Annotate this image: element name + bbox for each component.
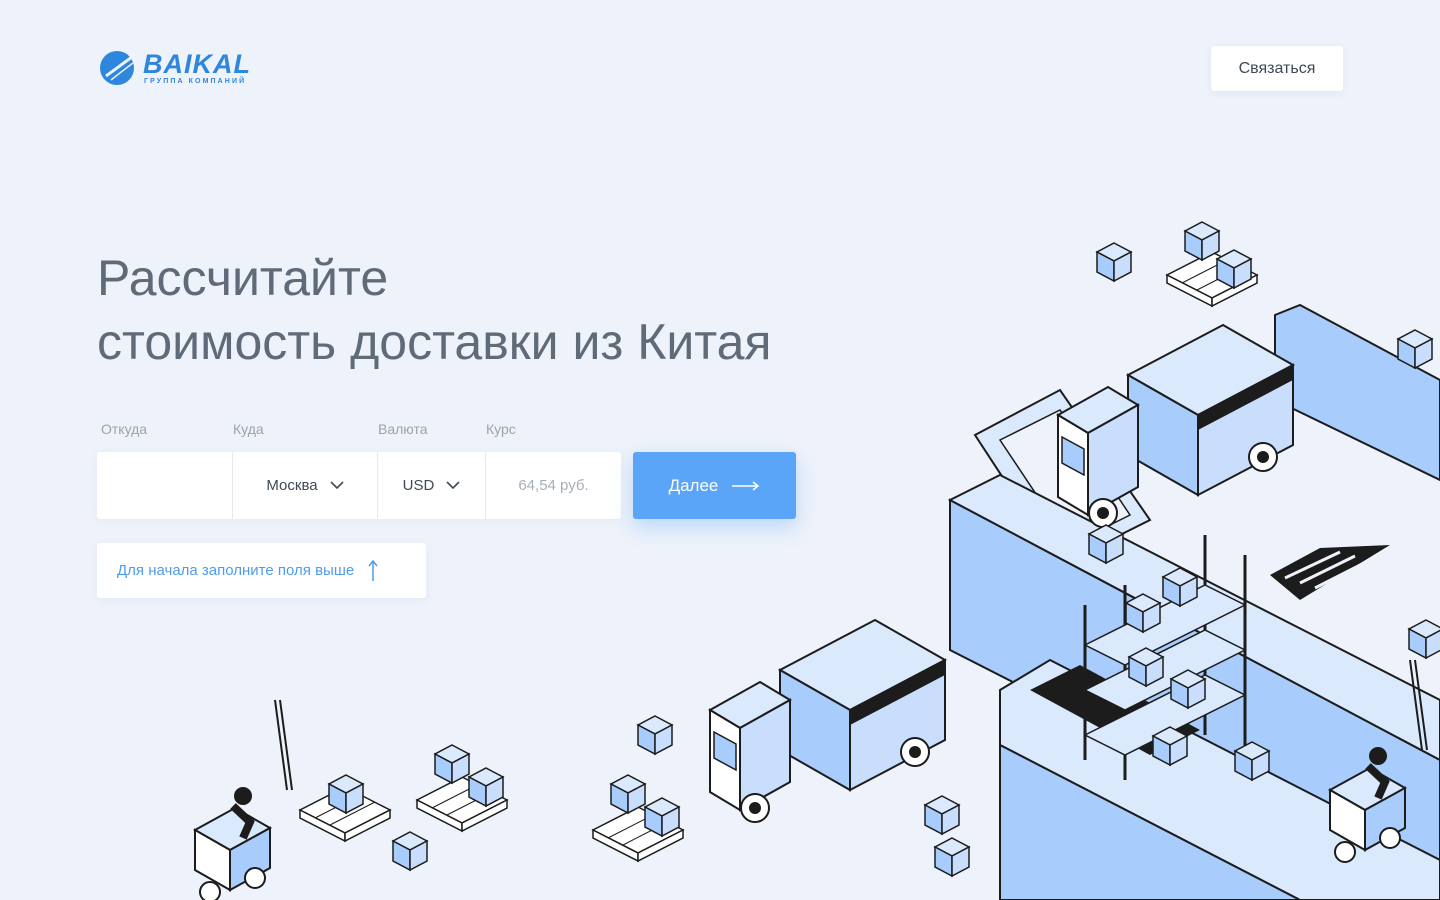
logistics-illustration (0, 221, 1440, 900)
rate-value: 64,54 руб. (518, 477, 589, 494)
brand-tagline: ГРУППА КОМПАНИЙ (144, 78, 247, 85)
from-input[interactable] (97, 452, 232, 519)
from-field[interactable] (97, 452, 232, 519)
brand-logo[interactable]: BAIKAL ГРУППА КОМПАНИЙ (99, 49, 269, 89)
calculator-form: Москва USD 64,54 руб. (97, 452, 621, 519)
chevron-down-icon (446, 481, 460, 490)
to-select-value: Москва (266, 477, 318, 494)
next-button[interactable]: Далее (633, 452, 796, 519)
arrow-up-icon (368, 559, 378, 581)
brand-name: BAIKAL (143, 49, 251, 79)
currency-select[interactable]: USD (377, 452, 485, 519)
currency-label: Валюта (378, 421, 428, 437)
next-button-label: Далее (668, 475, 719, 495)
title-line-1: Рассчитайте (97, 250, 389, 306)
page-title: Рассчитайте стоимость доставки из Китая (97, 246, 772, 374)
title-line-2: стоимость доставки из Китая (97, 314, 772, 370)
to-select[interactable]: Москва (232, 452, 377, 519)
arrow-right-icon (732, 480, 760, 491)
from-label: Откуда (101, 421, 148, 437)
hint-box: Для начала заполните поля выше (97, 543, 426, 598)
brand-globe-icon (100, 51, 134, 85)
currency-select-value: USD (402, 477, 435, 494)
to-label: Куда (233, 421, 264, 437)
contact-button[interactable]: Связаться (1211, 46, 1343, 91)
chevron-down-icon (330, 481, 344, 490)
rate-field: 64,54 руб. (485, 452, 621, 519)
warehouse-illustration (947, 303, 1440, 900)
rate-label: Курс (486, 421, 516, 437)
hint-text: Для начала заполните поля выше (117, 562, 355, 579)
